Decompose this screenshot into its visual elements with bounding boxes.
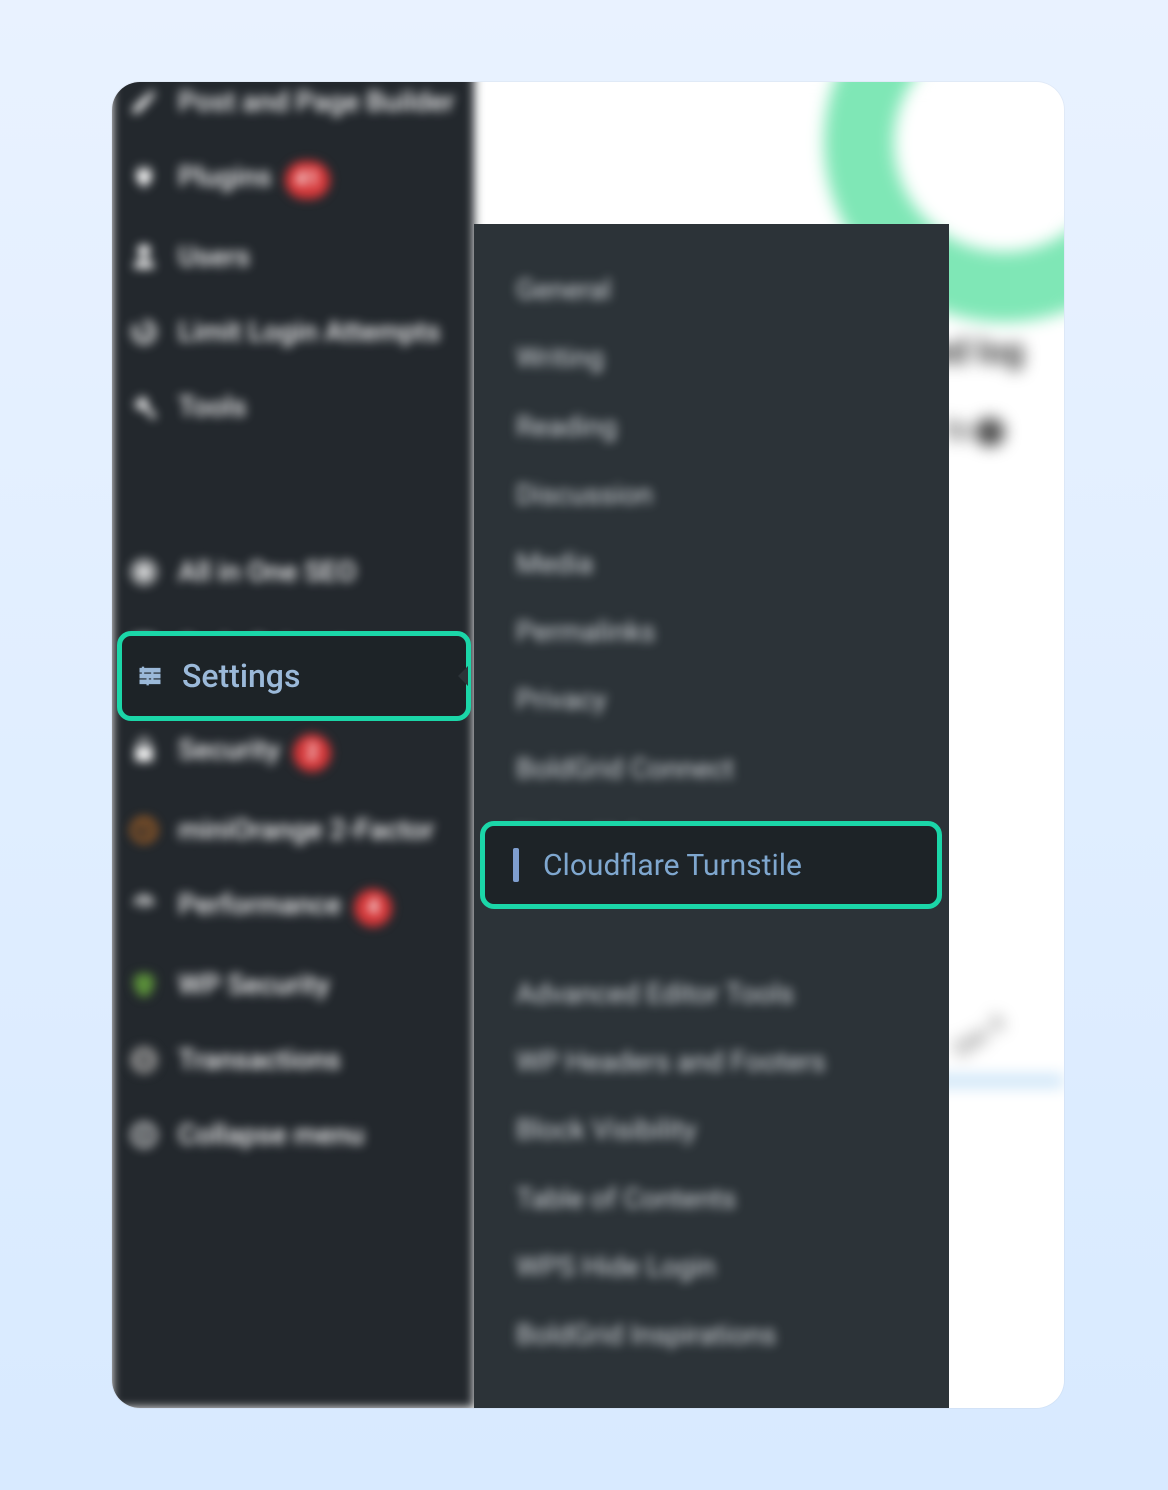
submenu-arrow-icon <box>458 666 468 686</box>
sidebar-item-post-page-builder[interactable]: Post and Page Builder <box>112 82 474 139</box>
sidebar-item-label: Tools <box>178 389 456 424</box>
collapse-icon <box>128 1119 160 1151</box>
sidebar-item-label: All in One SEO <box>178 554 456 589</box>
sidebar-item-label: miniOrange 2-Factor <box>178 812 456 847</box>
bg-text-ts: ts? <box>945 412 1004 447</box>
sidebar-item-security[interactable]: Security 2 <box>112 712 474 792</box>
sidebar-item-wp-security[interactable]: WP Security <box>112 947 474 1022</box>
pencil-icon <box>128 86 160 118</box>
sidebar-item-label: Limit Login Attempts <box>178 314 456 349</box>
submenu-item-general[interactable]: General <box>474 256 949 324</box>
shield-icon <box>128 969 160 1001</box>
submenu-item-advanced-editor[interactable]: Advanced Editor Tools <box>474 960 949 1028</box>
sidebar-item-label: Post and Page Builder <box>178 84 456 119</box>
sidebar-item-tools[interactable]: Tools <box>112 369 474 444</box>
sidebar-item-label: Collapse menu <box>178 1117 456 1152</box>
update-badge: 41 <box>285 161 330 199</box>
lock-icon <box>128 734 160 766</box>
sidebar-item-miniorange[interactable]: miniOrange 2-Factor <box>112 792 474 867</box>
submenu-item-boldgrid-inspirations[interactable]: BoldGrid Inspirations <box>474 1301 949 1369</box>
sidebar-item-plugins[interactable]: Plugins 41 <box>112 139 474 219</box>
submenu-item-cloudflare-turnstile[interactable]: Cloudflare Turnstile <box>480 821 942 909</box>
s-badge-icon: S <box>128 1044 160 1076</box>
sidebar-item-label: Transactions <box>178 1042 456 1077</box>
submenu-item-discussion[interactable]: Discussion <box>474 461 949 529</box>
user-icon <box>128 241 160 273</box>
svg-text:S: S <box>139 1051 150 1071</box>
sidebar-item-collapse[interactable]: Collapse menu <box>112 1097 474 1172</box>
sidebar-item-limit-login[interactable]: Limit Login Attempts <box>112 294 474 369</box>
sidebar-item-users[interactable]: Users <box>112 219 474 294</box>
swirl-icon <box>128 316 160 348</box>
sidebar-item-performance[interactable]: Performance 4 <box>112 867 474 947</box>
submenu-item-wp-headers-footers[interactable]: WP Headers and Footers <box>474 1028 949 1096</box>
circle-arrow-icon <box>128 814 160 846</box>
sidebar-item-label: WP Security <box>178 967 456 1002</box>
sidebar-item-label: Settings <box>182 657 300 695</box>
wrench-icon <box>128 391 160 423</box>
sidebar-item-settings[interactable]: Settings <box>117 631 471 721</box>
screenshot-frame: ailed log ts? Nov 27 Dec 4 Post and Page… <box>112 82 1064 1408</box>
submenu-item-media[interactable]: Media <box>474 530 949 598</box>
submenu-item-block-visibility[interactable]: Block Visibility <box>474 1096 949 1164</box>
submenu-item-boldgrid-connect[interactable]: BoldGrid Connect <box>474 735 949 803</box>
plug-icon <box>128 161 160 193</box>
submenu-item-privacy[interactable]: Privacy <box>474 666 949 734</box>
gauge-icon <box>128 889 160 921</box>
submenu-item-writing[interactable]: Writing <box>474 324 949 392</box>
submenu-item-wps-hide-login[interactable]: WPS Hide Login <box>474 1233 949 1301</box>
settings-submenu: General Writing Reading Discussion Media… <box>474 224 949 1408</box>
sidebar-item-settings-blur[interactable] <box>112 444 474 534</box>
sidebar-item-label: Performance 4 <box>178 887 456 927</box>
submenu-item-table-of-contents[interactable]: Table of Contents <box>474 1165 949 1233</box>
sidebar-item-aioseo[interactable]: All in One SEO <box>112 534 474 609</box>
target-icon <box>128 556 160 588</box>
sidebar-item-transactions[interactable]: S Transactions <box>112 1022 474 1097</box>
sidebar-item-label: Security 2 <box>178 732 456 772</box>
update-badge: 4 <box>354 889 392 927</box>
sliders-icon <box>134 660 166 692</box>
submenu-item-permalinks[interactable]: Permalinks <box>474 598 949 666</box>
sidebar-item-label: Plugins 41 <box>178 159 456 199</box>
submenu-item-label: Cloudflare Turnstile <box>543 848 802 883</box>
help-icon: ? <box>976 418 1004 446</box>
sidebar-item-label: Users <box>178 239 456 274</box>
update-badge: 2 <box>293 734 331 772</box>
submenu-item-reading[interactable]: Reading <box>474 393 949 461</box>
